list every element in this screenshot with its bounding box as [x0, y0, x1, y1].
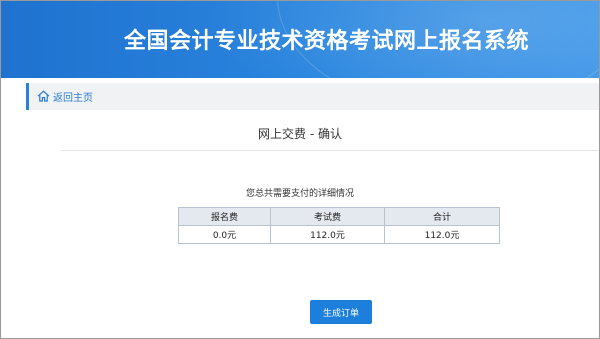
header-exam-fee: 考试费 — [270, 207, 385, 226]
heading-divider — [61, 150, 599, 151]
breadcrumb: 返回主页 — [26, 83, 599, 110]
generate-order-button[interactable]: 生成订单 — [310, 300, 372, 324]
page-title: 网上交费 - 确认 — [258, 127, 342, 141]
table-header-row: 报名费 考试费 合计 — [178, 207, 500, 226]
total-value: 112.0元 — [384, 225, 500, 244]
payment-caption: 您总共需要支付的详细情况 — [245, 189, 354, 199]
home-icon — [37, 90, 50, 102]
registration-fee-value: 0.0元 — [178, 225, 271, 244]
exam-fee-value: 112.0元 — [270, 225, 385, 244]
table-row: 0.0元 112.0元 112.0元 — [178, 225, 500, 244]
fee-table: 报名费 考试费 合计 0.0元 112.0元 112.0元 — [178, 207, 500, 244]
home-link[interactable]: 返回主页 — [37, 87, 93, 105]
header-banner: 全国会计专业技术资格考试网上报名系统 — [1, 1, 599, 78]
app-window: 全国会计专业技术资格考试网上报名系统 返回主页 网上交费 - 确认 您总共需要支… — [0, 0, 600, 339]
home-link-label: 返回主页 — [53, 92, 93, 104]
header-total: 合计 — [384, 207, 500, 226]
site-title: 全国会计专业技术资格考试网上报名系统 — [124, 29, 530, 54]
header-registration-fee: 报名费 — [178, 207, 271, 226]
